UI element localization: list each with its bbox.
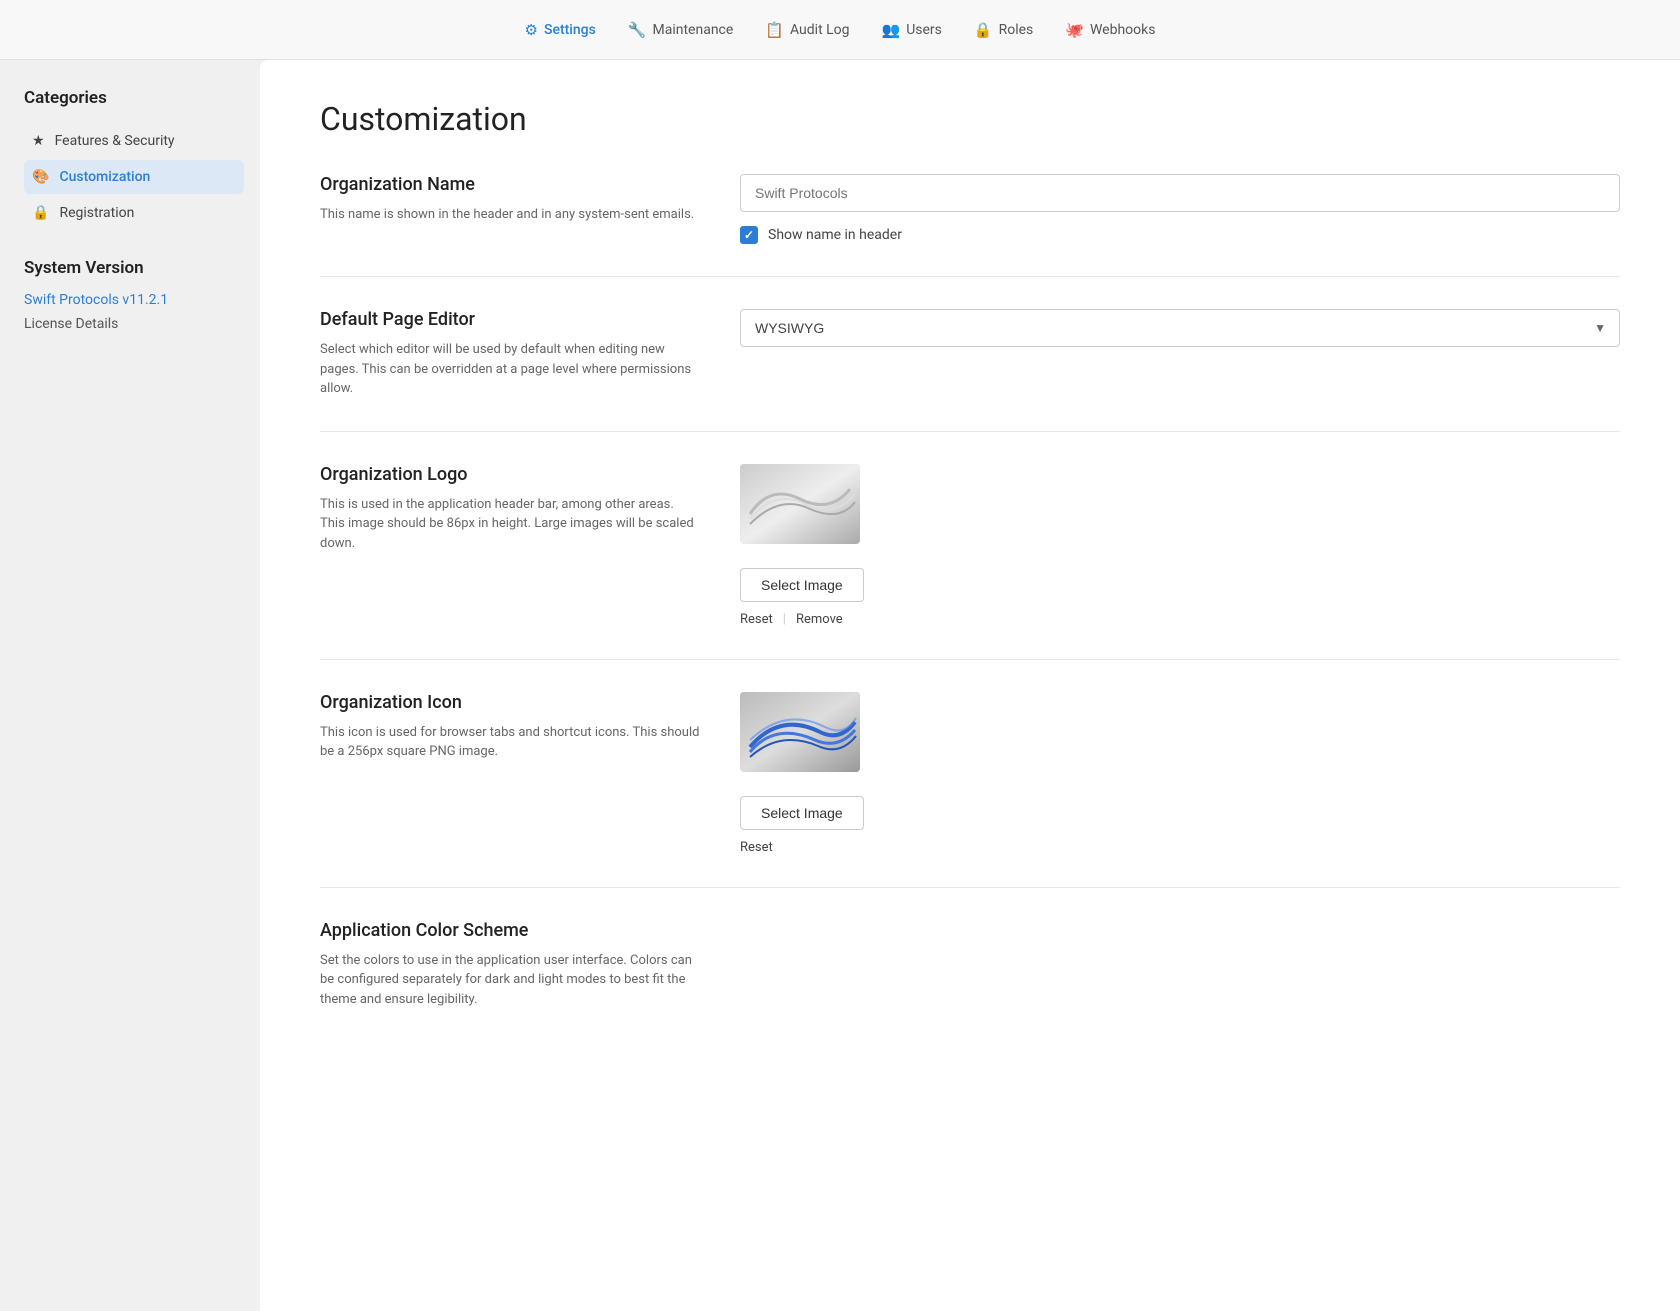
nav-item-maintenance[interactable]: 🔧 Maintenance [628,21,734,39]
show-name-header-label: Show name in header [768,227,902,243]
paint-icon: 🎨 [32,169,49,185]
webhooks-nav-icon: 🐙 [1065,21,1084,39]
org-logo-select-image-button[interactable]: Select Image [740,568,864,602]
version-link[interactable]: Swift Protocols v11.2.1 [24,290,260,310]
org-icon-right: Select Image Reset [740,692,1620,855]
settings-nav-icon: ⚙ [525,21,538,39]
nav-item-label-webhooks: Webhooks [1090,22,1156,38]
maintenance-nav-icon: 🔧 [628,21,647,39]
top-nav: ⚙ Settings 🔧 Maintenance 📋 Audit Log 👥 Users 🔒 Ro… [0,0,1680,60]
org-icon-image [740,692,860,772]
sidebar-item-registration[interactable]: 🔒 Registration [24,196,244,230]
layout: Categories ★ Features & Security 🎨 Custo… [0,60,1680,1311]
default-editor-title: Default Page Editor [320,309,700,330]
default-editor-section: Default Page Editor Select which editor … [320,277,1620,432]
org-icon-select-image-button[interactable]: Select Image [740,796,864,830]
org-name-section: Organization Name This name is shown in … [320,174,1620,277]
org-logo-image [740,464,860,544]
categories-title: Categories [24,88,260,108]
license-details-link[interactable]: License Details [24,314,260,334]
nav-item-label-roles: Roles [999,22,1034,38]
default-editor-desc: Select which editor will be used by defa… [320,340,700,399]
org-icon-left: Organization Icon This icon is used for … [320,692,700,762]
org-logo-separator: | [783,612,786,627]
nav-item-webhooks[interactable]: 🐙 Webhooks [1065,21,1155,39]
nav-item-roles[interactable]: 🔒 Roles [974,21,1033,39]
org-logo-actions: Select Image Reset | Remove [740,568,864,627]
app-color-section: Application Color Scheme Set the colors … [320,888,1620,1010]
app-color-desc: Set the colors to use in the application… [320,951,700,1010]
nav-item-audit-log[interactable]: 📋 Audit Log [765,21,849,39]
star-icon: ★ [32,133,45,149]
org-icon-title: Organization Icon [320,692,700,713]
default-editor-right: WYSIWYG Markdown Plain Text ▼ [740,309,1620,347]
nav-item-label-audit-log: Audit Log [790,22,850,38]
sidebar-item-label: Features & Security [55,133,175,149]
org-logo-desc: This is used in the application header b… [320,495,700,554]
org-logo-right: Select Image Reset | Remove [740,464,1620,627]
org-logo-link-row: Reset | Remove [740,612,843,627]
default-editor-left: Default Page Editor Select which editor … [320,309,700,399]
org-icon-actions: Select Image Reset [740,796,864,855]
org-logo-preview [740,464,860,544]
sidebar-item-features-security[interactable]: ★ Features & Security [24,124,244,158]
org-logo-section: Organization Logo This is used in the ap… [320,432,1620,660]
editor-select-wrapper: WYSIWYG Markdown Plain Text ▼ [740,309,1620,347]
nav-item-label-maintenance: Maintenance [653,22,734,38]
org-logo-reset-link[interactable]: Reset [740,612,773,627]
main-content: Customization Organization Name This nam… [260,60,1680,1311]
audit-log-nav-icon: 📋 [765,21,784,39]
org-logo-title: Organization Logo [320,464,700,485]
nav-item-users[interactable]: 👥 Users [882,21,942,39]
org-name-desc: This name is shown in the header and in … [320,205,700,225]
nav-item-label-settings: Settings [544,22,596,38]
org-icon-section: Organization Icon This icon is used for … [320,660,1620,888]
org-logo-left: Organization Logo This is used in the ap… [320,464,700,554]
show-name-header-checkbox[interactable] [740,226,758,244]
sidebar-item-label: Registration [59,205,134,221]
show-name-header-row: Show name in header [740,226,1620,244]
org-icon-reset-link[interactable]: Reset [740,840,773,855]
users-nav-icon: 👥 [882,21,901,39]
org-name-right: Swift Protocols Show name in header [740,174,1620,244]
app-color-title: Application Color Scheme [320,920,700,941]
system-version-section: System Version Swift Protocols v11.2.1 L… [24,258,260,334]
org-icon-link-row: Reset [740,840,773,855]
nav-item-label-users: Users [906,22,942,38]
lock-icon: 🔒 [32,205,49,221]
sidebar-item-customization[interactable]: 🎨 Customization [24,160,244,194]
org-name-input[interactable]: Swift Protocols [740,174,1620,212]
sidebar-item-label: Customization [59,169,150,185]
editor-select[interactable]: WYSIWYG Markdown Plain Text [740,309,1620,347]
sidebar: Categories ★ Features & Security 🎨 Custo… [0,60,260,1311]
org-icon-desc: This icon is used for browser tabs and s… [320,723,700,762]
nav-item-settings[interactable]: ⚙ Settings [525,21,596,39]
org-name-left: Organization Name This name is shown in … [320,174,700,225]
roles-nav-icon: 🔒 [974,21,993,39]
app-color-left: Application Color Scheme Set the colors … [320,920,700,1010]
org-logo-remove-link[interactable]: Remove [796,612,843,627]
org-icon-preview [740,692,860,772]
org-name-title: Organization Name [320,174,700,195]
system-version-title: System Version [24,258,260,278]
page-title: Customization [320,100,1620,138]
